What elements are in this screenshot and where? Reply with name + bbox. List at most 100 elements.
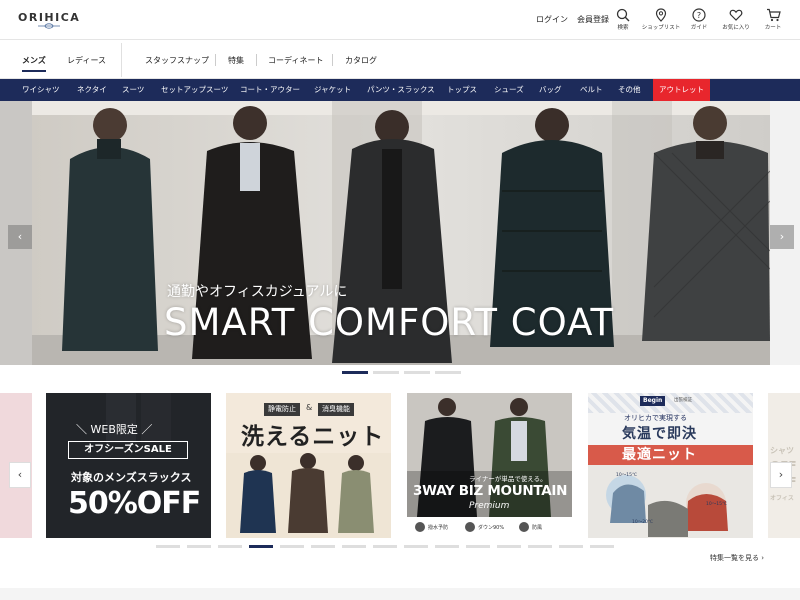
temp-label: 10〜20℃ <box>632 520 654 525</box>
category-item[interactable]: トップス <box>447 79 477 101</box>
feature-tag-antistatic: 静電防止 <box>264 403 300 416</box>
hero-dot[interactable] <box>342 371 368 374</box>
help-icon: ? <box>692 8 706 22</box>
guide-label: ガイド <box>690 25 708 31</box>
feature-dot[interactable] <box>373 545 397 548</box>
parka-title: 3WAY BIZ MOUNTAIN PARKA <box>413 483 572 499</box>
feature-dot[interactable] <box>435 545 459 548</box>
parka-feature: ダウン90% <box>478 525 505 531</box>
nav-divider <box>121 43 122 77</box>
search-icon <box>616 8 630 22</box>
category-item[interactable]: その他 <box>618 79 641 101</box>
search-button[interactable]: 検索 <box>602 8 644 31</box>
category-item[interactable]: バッグ <box>539 79 562 101</box>
shop-list-label: ショップリスト <box>641 25 681 31</box>
knit-title: 洗えるニット <box>241 424 385 450</box>
water-repellent-icon <box>415 522 425 532</box>
tag-ampersand: & <box>306 403 313 412</box>
feature-tag-deodorant: 消臭機能 <box>318 403 354 416</box>
feature-card-knit[interactable]: 静電防止 & 消臭機能 洗えるニット <box>226 393 391 538</box>
nav-separator <box>256 54 257 66</box>
site-header: ORIHICA ログイン 会員登録 検索 ショップリスト ? ガイド お気に入り <box>0 0 800 40</box>
feature-dot[interactable] <box>187 545 211 548</box>
feature-dot[interactable] <box>218 545 242 548</box>
feature-dot[interactable] <box>590 545 614 548</box>
nav-features[interactable]: 特集 <box>228 55 244 66</box>
feature-dot[interactable] <box>311 545 335 548</box>
feature-dot[interactable] <box>249 545 273 548</box>
feature-card-begin[interactable]: Begin 出張検証 オリヒカで実現する 気温で即決 最適ニット 10〜15℃ … <box>588 393 753 538</box>
category-item[interactable]: スーツ <box>122 79 144 101</box>
map-pin-icon <box>655 8 667 22</box>
feature-dot[interactable] <box>466 545 490 548</box>
favorites-button[interactable]: お気に入り <box>715 8 757 31</box>
feature-prev-button[interactable]: ‹ <box>9 462 31 488</box>
begin-logo: Begin <box>640 396 666 406</box>
begin-title: 気温で即決 <box>622 426 697 442</box>
cart-label: カート <box>764 25 782 31</box>
tab-mens[interactable]: メンズ <box>22 55 46 72</box>
category-item[interactable]: ジャケット <box>314 79 351 101</box>
parka-feature: 撥水予防 <box>428 525 449 531</box>
nav-coordinate[interactable]: コーディネート <box>268 55 323 66</box>
web-only-label: ＼ WEB限定 ／ <box>76 423 153 436</box>
sale-target: 対象のメンズスラックス <box>71 471 192 484</box>
guide-button[interactable]: ? ガイド <box>678 8 720 31</box>
secondary-nav: メンズ レディース スタッフスナップ 特集 コーディネート カタログ <box>0 41 800 79</box>
hero-dot[interactable] <box>404 371 430 374</box>
begin-band-text: 最適ニット <box>622 447 697 463</box>
hero-dot[interactable] <box>373 371 399 374</box>
cart-button[interactable]: カート <box>752 8 794 31</box>
hero-prev-button[interactable]: ‹ <box>8 225 32 249</box>
feature-dot[interactable] <box>497 545 521 548</box>
hero-banner[interactable]: 通勤やオフィスカジュアルに SMART COMFORT COAT <box>32 101 770 365</box>
features-list-link[interactable]: 特集一覧を見る › <box>710 553 764 563</box>
category-item[interactable]: セットアップスーツ <box>161 79 228 101</box>
hero-subtitle: 通勤やオフィスカジュアルに <box>167 284 348 300</box>
nav-separator <box>332 54 333 66</box>
card-photo <box>226 453 391 538</box>
tab-ladies[interactable]: レディース <box>67 55 106 66</box>
nav-catalog[interactable]: カタログ <box>345 55 377 66</box>
shop-list-button[interactable]: ショップリスト <box>640 8 682 31</box>
feature-next-button[interactable]: › <box>770 462 792 488</box>
feature-card-parka[interactable]: ライナーが単品で使える。 3WAY BIZ MOUNTAIN PARKA Pre… <box>407 393 572 538</box>
category-item[interactable]: コート・アウター <box>240 79 300 101</box>
category-item[interactable]: ワイシャツ <box>22 79 60 101</box>
feature-dot[interactable] <box>342 545 366 548</box>
feature-dot[interactable] <box>280 545 304 548</box>
temp-label: 10〜15℃ <box>616 473 638 478</box>
favorites-label: お気に入り <box>722 25 750 31</box>
category-item[interactable]: パンツ・スラックス <box>367 79 435 101</box>
peek-text: オフィス <box>770 495 794 502</box>
category-item[interactable]: ネクタイ <box>77 79 107 101</box>
parka-feature: 防風 <box>532 525 543 531</box>
brand-logo[interactable]: ORIHICA <box>18 6 80 34</box>
peek-text: シャツ <box>770 446 794 455</box>
cart-icon <box>766 8 781 22</box>
sale-discount: 50%OFF <box>68 486 201 521</box>
category-outlet[interactable]: アウトレット <box>653 79 710 101</box>
search-label: 検索 <box>617 25 629 31</box>
sale-box-text: オフシーズンSALE <box>84 444 172 455</box>
svg-text:?: ? <box>697 11 701 20</box>
hero-next-button[interactable]: › <box>770 225 794 249</box>
begin-subtitle: オリヒカで実現する <box>624 414 687 422</box>
parka-feature-strip: 撥水予防 ダウン90% 防風 <box>407 517 572 538</box>
card-stripe-header <box>588 393 753 413</box>
windproof-icon <box>519 522 529 532</box>
footer-band <box>0 588 800 600</box>
feature-dot[interactable] <box>528 545 552 548</box>
feature-dot[interactable] <box>404 545 428 548</box>
nav-staff-snap[interactable]: スタッフスナップ <box>145 55 209 66</box>
login-link[interactable]: ログイン <box>536 14 568 25</box>
parka-premium: Premium <box>469 501 510 511</box>
feature-dot[interactable] <box>559 545 583 548</box>
feature-card-sale[interactable]: ＼ WEB限定 ／ オフシーズンSALE 対象のメンズスラックス 50%OFF <box>46 393 211 538</box>
category-item[interactable]: シューズ <box>494 79 524 101</box>
parka-tagline: ライナーが単品で使える。 <box>469 475 547 483</box>
hero-dot[interactable] <box>435 371 461 374</box>
category-bar: ワイシャツ ネクタイ スーツ セットアップスーツ コート・アウター ジャケット … <box>0 79 800 101</box>
feature-dot[interactable] <box>156 545 180 548</box>
category-item[interactable]: ベルト <box>580 79 603 101</box>
